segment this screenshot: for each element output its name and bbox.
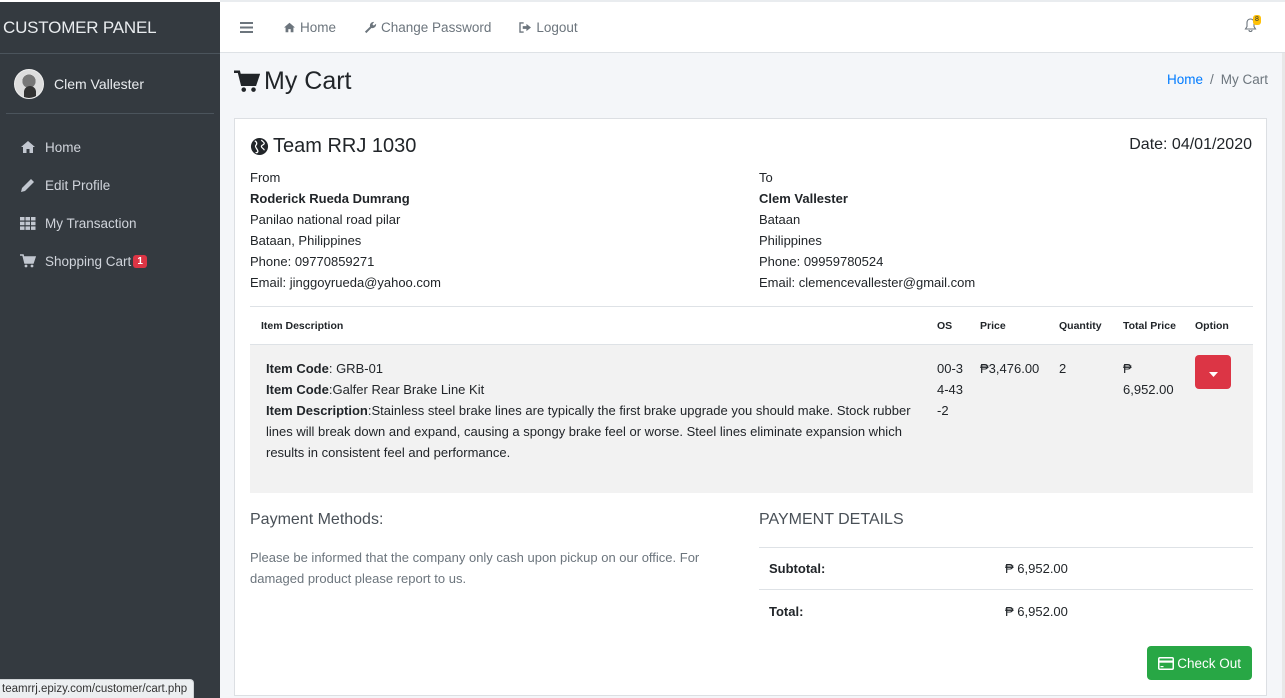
avatar [14, 68, 44, 99]
cart-count-badge: 1 [133, 254, 147, 268]
table-header: Item Description OS Price Quantity Total… [250, 307, 1253, 345]
globe-icon [250, 137, 269, 156]
breadcrumb-home-link[interactable]: Home [1167, 72, 1203, 87]
user-name[interactable]: Clem Vallester [54, 76, 144, 92]
item-option-cell [1195, 345, 1253, 493]
sidebar-nav: Home Edit Profile My Transaction Shoppin… [0, 128, 220, 280]
from-name: Roderick Rueda Dumrang [250, 191, 410, 206]
pencil-icon [20, 178, 45, 193]
brand-title[interactable]: CUSTOMER PANEL [0, 2, 220, 54]
from-address: From Roderick Rueda Dumrang Panilao nati… [250, 167, 441, 293]
invoice-title: Team RRJ 1030 [250, 135, 416, 158]
invoice-card: Team RRJ 1030 Date: 04/01/2020 From Rode… [234, 118, 1267, 696]
payment-details: PAYMENT DETAILS Subtotal: ₱ 6,952.00 Tot… [759, 511, 1253, 632]
content-header: My Cart Home / My Cart [220, 53, 1285, 115]
payment-methods: Payment Methods: Please be informed that… [250, 511, 730, 589]
item-name-label: Item Code [266, 382, 329, 397]
notifications-button[interactable]: 8 [1244, 15, 1261, 35]
caret-down-icon [1208, 362, 1218, 383]
header-item-description: Item Description [261, 319, 344, 332]
from-line2: Bataan, Philippines [250, 233, 362, 248]
header-total-price: Total Price [1123, 319, 1176, 332]
to-label: To [759, 170, 773, 185]
item-quantity: 2 [1059, 361, 1067, 376]
cart-table: Item Description OS Price Quantity Total… [250, 306, 1253, 493]
to-line2: Philippines [759, 233, 822, 248]
header-option: Option [1195, 319, 1229, 332]
total-label: Total: [769, 603, 804, 619]
breadcrumb: Home / My Cart [1167, 72, 1268, 87]
payment-details-title: PAYMENT DETAILS [759, 511, 904, 528]
invoice-date: Date: 04/01/2020 [1129, 136, 1252, 153]
breadcrumb-separator: / [1209, 72, 1214, 87]
to-phone: Phone: 09959780524 [759, 254, 884, 269]
credit-card-icon [1158, 656, 1175, 670]
user-panel[interactable]: Clem Vallester [6, 54, 214, 114]
check-out-label: Check Out [1177, 655, 1241, 671]
item-code: : GRB-01 [328, 361, 384, 376]
invoice-title-text: Team RRJ 1030 [273, 135, 417, 157]
header-quantity: Quantity [1059, 319, 1102, 332]
home-icon [20, 140, 45, 154]
sidebar-item-label: Shopping Cart [45, 253, 132, 269]
notification-count-badge: 8 [1253, 15, 1261, 25]
total-value: ₱ 6,952.00 [1005, 603, 1068, 619]
sidebar: CUSTOMER PANEL Clem Vallester Home Edit … [0, 0, 220, 698]
page-title: My Cart [234, 67, 352, 96]
from-line1: Panilao national road pilar [250, 212, 401, 227]
page-title-text: My Cart [264, 67, 352, 95]
from-phone: Phone: 09770859271 [250, 254, 375, 269]
item-name: :Galfer Rear Brake Line Kit [328, 382, 485, 397]
item-code-label: Item Code [266, 361, 329, 376]
grid-icon [20, 216, 45, 230]
sidebar-item-my-transaction[interactable]: My Transaction [0, 204, 220, 242]
subtotal-value: ₱ 6,952.00 [1005, 561, 1068, 576]
header-price: Price [980, 319, 1006, 332]
to-address: To Clem Vallester Bataan Philippines Pho… [759, 167, 975, 293]
to-line1: Bataan [759, 212, 801, 227]
payment-methods-title: Payment Methods: [250, 511, 384, 528]
breadcrumb-current: My Cart [1220, 72, 1268, 87]
from-label: From [250, 170, 281, 185]
sign-out-icon [519, 21, 532, 33]
sidebar-item-label: Home [45, 139, 82, 155]
from-email: Email: jinggoyrueda@yahoo.com [250, 275, 441, 290]
nav-change-password-link[interactable]: Change Password [364, 20, 491, 35]
header-os: OS [937, 319, 953, 332]
nav-home-label: Home [300, 19, 337, 35]
nav-logout-label: Logout [536, 19, 578, 35]
to-name: Clem Vallester [759, 191, 848, 206]
status-bar-url: teamrrj.epizy.com/customer/cart.php [0, 679, 195, 698]
sidebar-item-label: My Transaction [45, 215, 137, 231]
item-desc-label: Item Description [266, 403, 368, 418]
cart-icon [234, 70, 260, 93]
item-os: 00-34-43-2 [937, 361, 964, 418]
cart-icon [20, 254, 45, 268]
nav-change-password-label: Change Password [381, 19, 492, 35]
item-total: ₱ 6,952.00 [1123, 361, 1174, 397]
check-out-button[interactable]: Check Out [1147, 646, 1252, 680]
total-row: Total: ₱ 6,952.00 [759, 590, 1253, 632]
hamburger-icon[interactable] [240, 21, 253, 33]
sidebar-item-label: Edit Profile [45, 177, 111, 193]
to-email: Email: clemencevallester@gmail.com [759, 275, 976, 290]
table-row: Item Code: GRB-01 Item Code:Galfer Rear … [250, 345, 1253, 493]
sidebar-item-edit-profile[interactable]: Edit Profile [0, 166, 220, 204]
payment-details-table: Subtotal: ₱ 6,952.00 Total: ₱ 6,952.00 [759, 547, 1253, 632]
subtotal-label: Subtotal: [769, 561, 826, 576]
item-description-cell: Item Code: GRB-01 Item Code:Galfer Rear … [250, 345, 937, 493]
sidebar-item-home[interactable]: Home [0, 128, 220, 166]
home-icon [283, 22, 296, 33]
sidebar-item-shopping-cart[interactable]: Shopping Cart 1 [0, 242, 220, 280]
item-price: ₱3,476.00 [980, 361, 1040, 376]
payment-methods-text: Please be informed that the company only… [250, 550, 700, 586]
top-navbar: Home Change Password Logout 8 [220, 0, 1285, 53]
subtotal-row: Subtotal: ₱ 6,952.00 [759, 548, 1253, 590]
nav-logout-link[interactable]: Logout [519, 19, 578, 35]
item-options-dropdown-button[interactable] [1195, 355, 1231, 389]
wrench-icon [364, 21, 377, 34]
nav-home-link[interactable]: Home [283, 20, 336, 35]
